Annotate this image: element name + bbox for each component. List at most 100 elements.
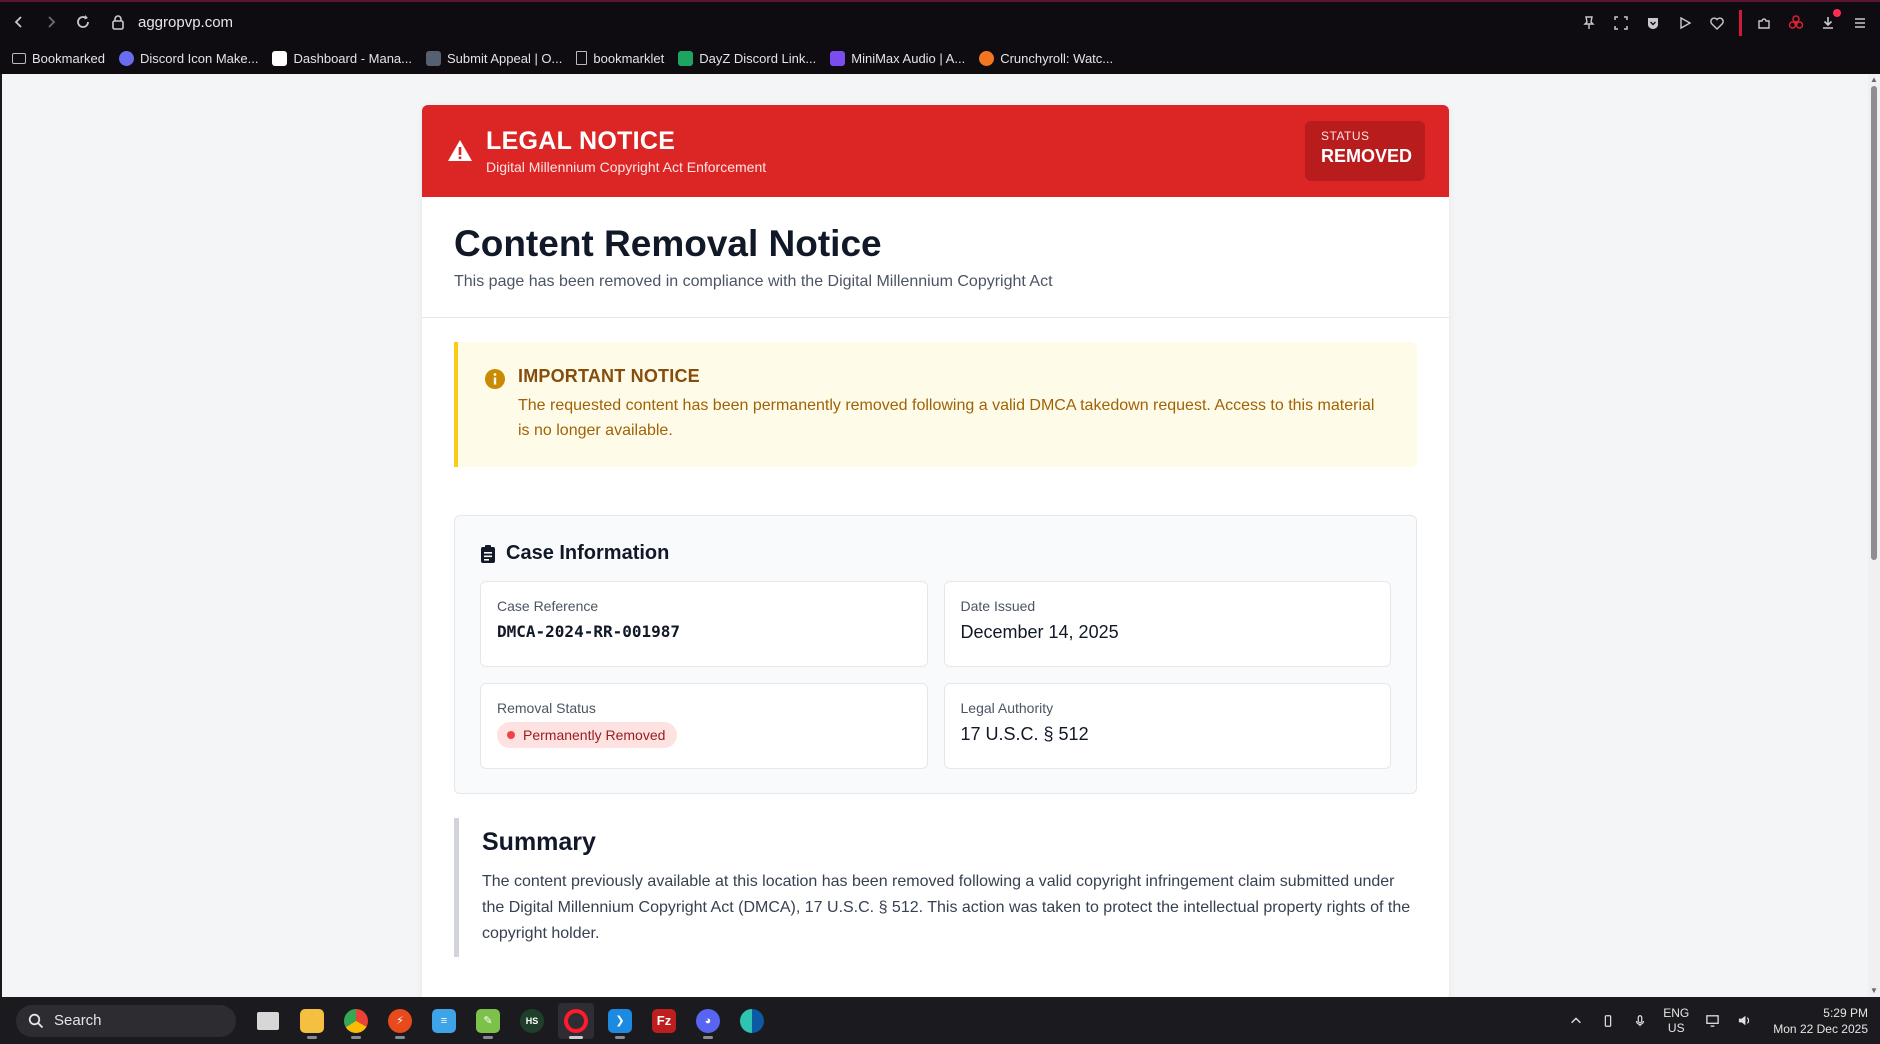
running-indicator	[615, 1035, 625, 1039]
banner-title: LEGAL NOTICE	[486, 127, 676, 155]
legal-authority-value: 17 U.S.C. § 512	[960, 724, 1089, 744]
case-reference-cell: Case Reference DMCA-2024-RR-001987	[480, 581, 928, 667]
edge-app[interactable]	[734, 1003, 770, 1039]
notepad-app[interactable]: ≡	[426, 1003, 462, 1039]
crunchyroll-icon	[979, 50, 995, 66]
bookmark-item[interactable]: MiniMax Audio | A...	[830, 50, 965, 66]
legal-authority-cell: Legal Authority 17 U.S.C. § 512	[943, 683, 1391, 769]
notepadpp-app[interactable]: ✎	[470, 1003, 506, 1039]
play-icon[interactable]	[1675, 13, 1695, 33]
address-bar[interactable]: aggropvp.com	[110, 14, 233, 31]
opera-app[interactable]	[558, 1002, 594, 1039]
bookmark-label: DayZ Discord Link...	[699, 50, 817, 66]
legal-authority-label: Legal Authority	[960, 700, 1054, 716]
bookmark-item[interactable]: Dashboard - Mana...	[272, 50, 412, 66]
git-icon: ⚡	[388, 1008, 412, 1033]
running-indicator	[307, 1035, 317, 1039]
status-badge-text: Permanently Removed	[523, 727, 666, 743]
scroll-up-icon[interactable]: ▲	[1870, 76, 1878, 84]
heart-icon[interactable]	[1707, 13, 1727, 33]
extensions-icon[interactable]	[1754, 13, 1774, 33]
bookmark-item[interactable]: Bookmarked	[12, 51, 105, 66]
taskbar-search[interactable]: Search	[16, 1004, 236, 1037]
warning-icon	[448, 140, 472, 161]
bookmark-item[interactable]: DayZ Discord Link...	[678, 50, 817, 66]
bookmark-item[interactable]: bookmarklet	[576, 51, 664, 66]
download-icon[interactable]	[1818, 9, 1841, 33]
shield-icon[interactable]	[1643, 13, 1663, 33]
vscode-icon: ❯	[608, 1008, 632, 1033]
scroll-down-icon[interactable]: ▼	[1870, 987, 1878, 995]
reload-button[interactable]	[70, 9, 96, 35]
notice-card: LEGAL NOTICE Digital Millennium Copyrigh…	[422, 105, 1449, 997]
reload-icon	[77, 15, 89, 28]
removal-status-cell: Removal Status Permanently Removed	[480, 683, 928, 769]
chrome-app[interactable]	[338, 1003, 374, 1039]
language-indicator[interactable]: ENG US	[1663, 1006, 1689, 1036]
file-explorer-app[interactable]	[294, 1003, 330, 1039]
case-title-label: Case Information	[506, 542, 670, 564]
git-app[interactable]: ⚡	[382, 1003, 418, 1039]
usb-icon[interactable]	[1599, 1012, 1617, 1030]
forward-button[interactable]	[38, 9, 64, 35]
microphone-icon[interactable]	[1631, 1012, 1649, 1030]
case-title: Case Information	[480, 542, 1391, 565]
filezilla-icon: Fz	[652, 1008, 676, 1033]
biohazard-icon[interactable]	[1786, 13, 1806, 33]
bookmark-item[interactable]: Submit Appeal | O...	[426, 50, 562, 66]
running-indicator	[569, 1035, 583, 1039]
info-icon	[485, 369, 505, 389]
forward-arrow-icon	[48, 16, 56, 28]
banner-subtitle: Digital Millennium Copyright Act Enforce…	[486, 159, 767, 175]
vertical-scrollbar[interactable]: ▲ ▼	[1868, 74, 1880, 997]
language-code: ENG	[1663, 1005, 1690, 1020]
filezilla-app[interactable]: Fz	[646, 1003, 682, 1039]
bookmark-label: Crunchyroll: Watc...	[1000, 50, 1114, 66]
clock-time: 5:29 PM	[1823, 1005, 1868, 1020]
status-dot	[507, 731, 515, 739]
menu-icon[interactable]	[1850, 13, 1870, 33]
page-viewport: LEGAL NOTICE Digital Millennium Copyrigh…	[0, 74, 1868, 997]
network-icon[interactable]	[1703, 1012, 1721, 1030]
volume-icon[interactable]	[1735, 1012, 1753, 1030]
opera-icon	[564, 1008, 588, 1033]
search-icon	[28, 1013, 44, 1028]
back-arrow-icon	[14, 16, 22, 28]
notice-title: IMPORTANT NOTICE	[518, 366, 700, 386]
task-view-app[interactable]	[250, 1003, 286, 1039]
toolbar-actions	[1579, 9, 1870, 36]
taskbar-search-label: Search	[54, 1012, 102, 1029]
status-value: REMOVED	[1321, 146, 1413, 166]
summary-text: The content previously available at this…	[482, 873, 1411, 942]
hs-app[interactable]: HS	[514, 1003, 550, 1039]
taskbar-apps: ⚡ ≡ ✎ HS ❯ Fz ◕	[250, 1002, 770, 1039]
vscode-app[interactable]: ❯	[602, 1003, 638, 1039]
bookmark-item[interactable]: Discord Icon Make...	[118, 50, 259, 66]
discord-app[interactable]: ◕	[690, 1003, 726, 1039]
chevron-up-icon[interactable]	[1567, 1012, 1585, 1030]
lock-icon	[112, 15, 124, 30]
clock[interactable]: 5:29 PM Mon 22 Dec 2025	[1773, 1005, 1868, 1037]
back-button[interactable]	[6, 9, 32, 35]
hs-icon: HS	[520, 1008, 544, 1033]
running-indicator	[351, 1035, 361, 1039]
screenshot-icon[interactable]	[1611, 13, 1631, 33]
url-text: aggropvp.com	[138, 13, 234, 31]
running-indicator	[395, 1035, 405, 1039]
browser-toolbar: aggropvp.com	[0, 0, 1880, 42]
flame-icon	[272, 50, 288, 66]
bookmark-item[interactable]: Crunchyroll: Watc...	[979, 50, 1114, 66]
removal-status-label: Removal Status	[497, 700, 596, 716]
notification-dot	[1833, 9, 1841, 17]
date-issued-cell: Date Issued December 14, 2025	[943, 581, 1391, 667]
case-reference-label: Case Reference	[497, 598, 599, 614]
notice-text: The requested content has been permanent…	[518, 397, 1375, 439]
discord-icon: ◕	[696, 1008, 720, 1033]
task-view-icon	[257, 1011, 279, 1030]
running-indicator	[483, 1035, 493, 1039]
page-title: Content Removal Notice	[454, 223, 882, 264]
appeal-icon	[426, 50, 441, 66]
scrollbar-thumb[interactable]	[1871, 86, 1877, 560]
bookmark-label: Discord Icon Make...	[139, 50, 259, 66]
pin-icon[interactable]	[1579, 13, 1599, 33]
